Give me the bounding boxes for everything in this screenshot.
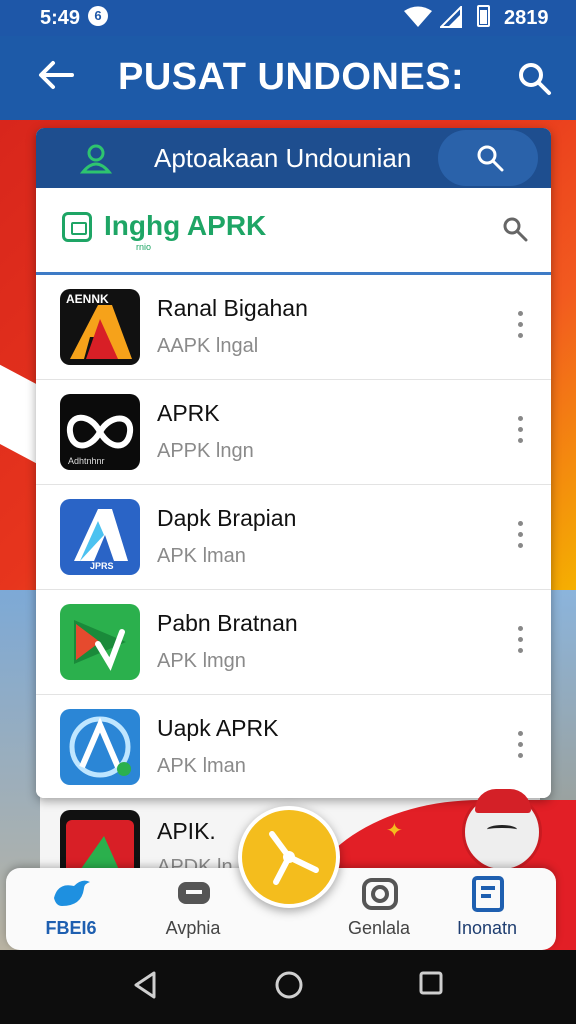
page-title: PUSAT UNDONES: — [118, 56, 465, 98]
sparkle-icon: ✦ — [386, 820, 403, 842]
green-play-icon — [60, 604, 140, 680]
card-header-label: Aptoakaan Undounian — [154, 143, 412, 173]
clock-icon — [269, 831, 319, 885]
search-field[interactable]: Inghg APRK rnio — [36, 188, 551, 275]
home-circle-icon[interactable] — [274, 970, 304, 1000]
status-time: 5:49 — [40, 7, 81, 29]
card-search-button[interactable] — [438, 130, 538, 186]
list-item[interactable]: Adhtnhnr APRK APPK lngn — [36, 380, 551, 485]
search-field-subtext: rnio — [136, 242, 152, 252]
wifi-icon — [404, 6, 432, 27]
nav-item-fbei6[interactable]: FBEI6 — [16, 868, 126, 950]
app-logo-icon — [62, 212, 92, 242]
notification-icon: 6 — [88, 6, 108, 26]
app-list: AENNK Ranal Bigahan AAPK lngal Adhtnhnr … — [36, 275, 551, 798]
back-triangle-icon[interactable] — [132, 970, 158, 1000]
icon-caption: Adhtnhnr — [68, 456, 105, 466]
recents-square-icon[interactable] — [418, 970, 444, 996]
app-name: Pabn Bratnan — [157, 610, 298, 636]
red-A-badge-icon: AENNK — [60, 289, 140, 365]
clock-fab-button[interactable] — [238, 806, 340, 908]
list-item[interactable]: Pabn Bratnan APK lmgn — [36, 590, 551, 695]
nav-label: Inonatn — [456, 918, 518, 938]
nav-item-inonatn[interactable]: Inonatn — [432, 868, 542, 950]
nav-label: FBEI6 — [45, 918, 97, 938]
more-options-icon[interactable] — [518, 626, 526, 656]
app-list-card: Aptoakaan Undounian Inghg APRK rnio AENN… — [36, 128, 551, 798]
mascot-illustration — [462, 789, 542, 872]
list-item[interactable]: AENNK Ranal Bigahan AAPK lngal — [36, 275, 551, 380]
compass-A-icon — [60, 709, 140, 785]
infinity-badge-icon: Adhtnhnr — [60, 394, 140, 470]
icon-caption: JPRS — [90, 561, 114, 571]
list-item[interactable]: JPRS Dapk Brapian APK lman — [36, 485, 551, 590]
nav-label: Avphia — [165, 918, 221, 938]
search-field-text: Inghg APRK — [104, 210, 267, 241]
more-options-icon[interactable] — [518, 416, 526, 446]
app-name: APIK. — [157, 818, 216, 844]
signal-icon — [440, 6, 462, 28]
battery-icon — [477, 5, 490, 27]
system-navigation-bar — [0, 950, 576, 1024]
bird-icon — [54, 880, 90, 906]
more-options-icon[interactable] — [518, 731, 526, 761]
user-icon[interactable] — [80, 142, 112, 174]
app-subtitle: APK lman — [157, 755, 246, 777]
app-subtitle: AAPK lngal — [157, 335, 259, 357]
app-name: Uapk APRK — [157, 715, 279, 741]
search-icon[interactable] — [518, 62, 552, 96]
back-arrow-icon[interactable] — [38, 60, 74, 90]
icon-caption: AENNK — [66, 292, 109, 306]
app-subtitle: APK lmgn — [157, 650, 246, 672]
app-name: Dapk Brapian — [157, 505, 297, 531]
app-name: Ranal Bigahan — [157, 295, 308, 321]
camera-icon — [362, 878, 398, 910]
more-options-icon[interactable] — [518, 311, 526, 341]
nav-item-genlala[interactable]: Genlala — [324, 868, 434, 950]
card-header: Aptoakaan Undounian — [36, 128, 551, 188]
app-subtitle: APPK lngn — [157, 440, 254, 462]
app-name: APRK — [157, 400, 220, 426]
app-subtitle: APK lman — [157, 545, 246, 567]
blue-A-badge-icon: JPRS — [60, 499, 140, 575]
search-icon[interactable] — [502, 216, 528, 242]
nav-label: Genlala — [347, 918, 411, 938]
status-bar: 5:49 6 2819 — [0, 0, 576, 36]
app-bar: PUSAT UNDONES: — [0, 36, 576, 120]
more-options-icon[interactable] — [518, 521, 526, 551]
phone-screen: 5:49 6 2819 PUSAT UNDONES: Aptoakaan Und… — [0, 0, 576, 1024]
battery-level: 2819 — [504, 7, 549, 29]
list-item[interactable]: Uapk APRK APK lman — [36, 695, 551, 798]
chat-icon — [178, 882, 210, 904]
search-icon — [477, 145, 504, 172]
document-icon — [472, 876, 504, 912]
nav-item-avphia[interactable]: Avphia — [138, 868, 248, 950]
